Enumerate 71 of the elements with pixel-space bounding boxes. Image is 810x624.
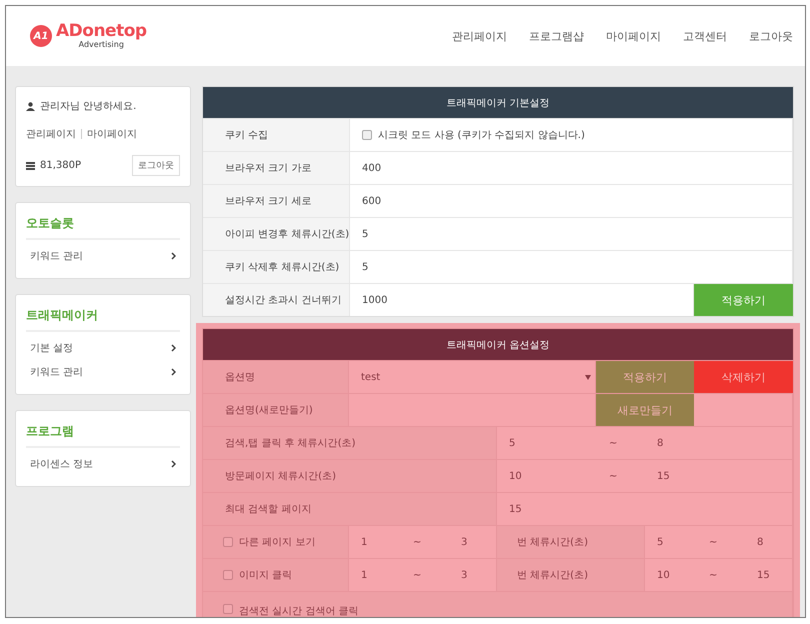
tilde: ~	[609, 438, 618, 448]
row-label: 최대 검색할 페이지	[203, 493, 497, 525]
menu-item[interactable]: 기본 설정	[26, 336, 180, 360]
range-start: 1	[361, 570, 368, 580]
range-start: 10	[657, 570, 671, 580]
user-icon	[26, 102, 35, 110]
table-title: 트래픽메이커 기본설정	[203, 87, 793, 118]
row-label: 쿠키 수집	[203, 119, 350, 151]
checkbox-label: 이미지 클릭	[239, 569, 292, 582]
greeting-text: 관리자님 안녕하세요.	[40, 100, 136, 113]
dropdown-icon	[585, 374, 591, 380]
list-icon	[26, 162, 35, 170]
checkbox[interactable]	[223, 537, 233, 547]
tilde: ~	[413, 536, 422, 548]
range-start: 1	[361, 536, 368, 548]
chevron-icon	[171, 252, 176, 260]
range-start: 5	[657, 536, 664, 548]
tilde: ~	[413, 570, 422, 580]
row-label: 아이피 변경후 체류시간(초)	[203, 218, 350, 250]
logo-tagline: Advertising	[78, 41, 124, 49]
row-label: 옵션명(새로만들기)	[203, 394, 349, 426]
row-label: 검색,탭 클릭 후 체류시간(초)	[203, 427, 497, 459]
logout-button[interactable]: 로그아웃	[132, 155, 180, 176]
range-end: 15	[657, 470, 671, 482]
nav-link[interactable]: 로그아웃	[749, 28, 793, 44]
checkbox-label: 다른 페이지 보기	[239, 536, 316, 549]
menu-item[interactable]: 키워드 관리	[26, 360, 180, 384]
menu-item[interactable]: 라이센스 정보	[26, 452, 180, 476]
nav-link[interactable]: 고객센터	[683, 28, 727, 44]
option-select[interactable]: test	[349, 361, 595, 393]
checkbox[interactable]	[223, 604, 233, 614]
menu-title: 프로그램	[26, 423, 180, 448]
range-start: 10	[509, 470, 523, 482]
nav-link[interactable]: 관리페이지	[452, 28, 507, 44]
chevron-icon	[171, 368, 176, 376]
row-label: 브라우저 크기 세로	[203, 185, 350, 217]
points-text: 81,380P	[40, 160, 82, 171]
table-title: 트래픽메이커 옵션설정	[203, 329, 793, 360]
row-label: 설정시간 초과시 건너뛰기	[203, 284, 350, 316]
logo-name: ADonetop	[56, 23, 147, 40]
row-label: 쿠키 삭제후 체류시간(초)	[203, 251, 350, 283]
chevron-icon	[171, 460, 176, 468]
checkbox[interactable]	[362, 130, 372, 140]
row-label: 방문페이지 체류시간(초)	[203, 460, 497, 492]
range-end: 8	[757, 536, 764, 548]
checkbox-label: 시크릿 모드 사용 (쿠키가 수집되지 않습니다.)	[378, 129, 585, 142]
checkbox-label: 검색전 실시간 검색어 클릭	[239, 605, 359, 617]
tilde: ~	[709, 570, 718, 580]
range-end: 3	[461, 570, 468, 580]
value-field[interactable]: 15	[497, 493, 793, 525]
range-start: 5	[509, 438, 516, 448]
nav-link[interactable]: 프로그램샵	[529, 28, 584, 44]
range-end: 3	[461, 536, 468, 548]
tilde: ~	[709, 536, 718, 548]
user-link[interactable]: 관리페이지	[26, 127, 76, 141]
tilde: ~	[609, 470, 618, 482]
range-end: 8	[657, 438, 664, 448]
menu-title: 트래픽메이커	[26, 307, 180, 332]
name-input[interactable]	[349, 394, 596, 426]
checkbox[interactable]	[223, 570, 233, 580]
menu-item[interactable]: 키워드 관리	[26, 244, 180, 268]
unit-label: 번 체류시간(초)	[497, 559, 645, 591]
row-label: 브라우저 크기 가로	[203, 152, 350, 184]
chevron-icon	[171, 344, 176, 352]
range-end: 15	[757, 570, 771, 580]
row-label: 옵션명	[203, 361, 349, 393]
nav-link[interactable]: 마이페이지	[606, 28, 661, 44]
logo-mark: A1	[30, 25, 52, 47]
user-link[interactable]: 마이페이지	[87, 127, 137, 141]
menu-title: 오토슬롯	[26, 215, 180, 240]
unit-label: 번 체류시간(초)	[497, 526, 645, 558]
